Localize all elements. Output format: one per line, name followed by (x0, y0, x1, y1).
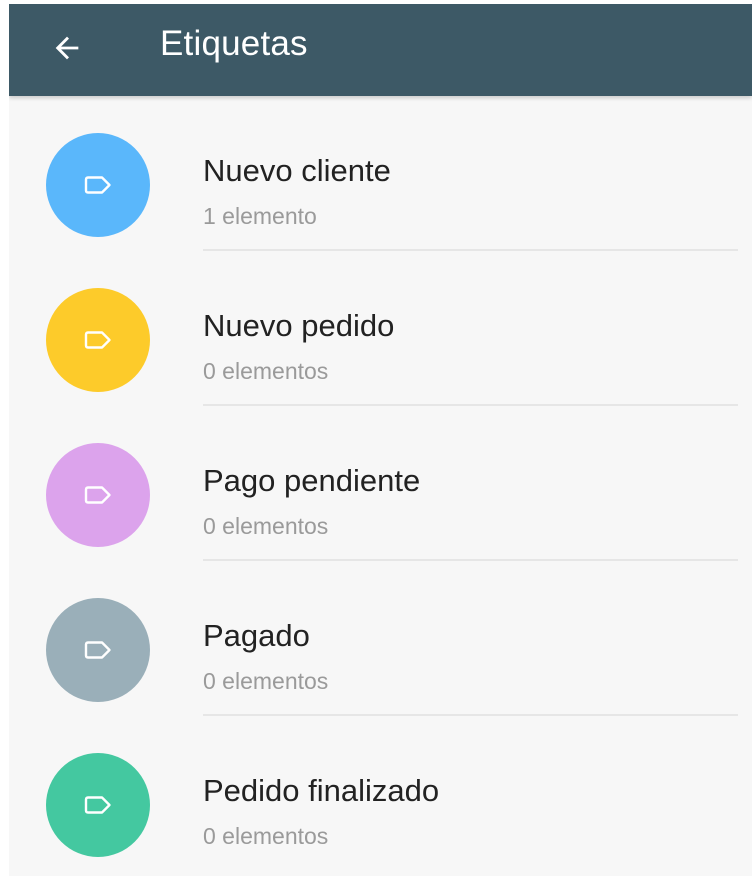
label-name: Nuevo pedido (203, 308, 395, 343)
label-row-pago-pendiente[interactable]: Pago pendiente 0 elementos (9, 406, 752, 561)
label-tag-icon (84, 486, 111, 504)
label-name: Pagado (203, 618, 310, 653)
labels-list: Nuevo cliente 1 elemento Nuevo pedido 0 … (9, 96, 752, 871)
label-count: 1 elemento (203, 203, 317, 229)
label-count: 0 elementos (203, 823, 329, 849)
arrow-left-icon (55, 36, 79, 60)
label-tag-icon (84, 176, 111, 194)
label-avatar (46, 288, 150, 392)
label-row-pedido-finalizado[interactable]: Pedido finalizado 0 elementos (9, 716, 752, 871)
label-avatar (46, 133, 150, 237)
label-name: Nuevo cliente (203, 153, 391, 188)
label-row-nuevo-cliente[interactable]: Nuevo cliente 1 elemento (9, 96, 752, 251)
label-tag-icon (84, 331, 111, 349)
label-tag-icon (84, 796, 111, 814)
label-count: 0 elementos (203, 668, 329, 694)
label-tag-icon (84, 641, 111, 659)
label-count: 0 elementos (203, 513, 329, 539)
label-avatar (46, 443, 150, 547)
label-count: 0 elementos (203, 358, 329, 384)
label-row-pagado[interactable]: Pagado 0 elementos (9, 561, 752, 716)
label-avatar (46, 753, 150, 857)
page-title: Etiquetas (160, 24, 308, 63)
label-avatar (46, 598, 150, 702)
labels-screen: Etiquetas Nuevo cliente 1 elemento Nuevo… (9, 4, 752, 876)
label-name: Pago pendiente (203, 463, 421, 498)
back-button[interactable] (37, 18, 97, 78)
app-bar: Etiquetas (9, 4, 752, 96)
label-row-nuevo-pedido[interactable]: Nuevo pedido 0 elementos (9, 251, 752, 406)
label-name: Pedido finalizado (203, 773, 440, 808)
